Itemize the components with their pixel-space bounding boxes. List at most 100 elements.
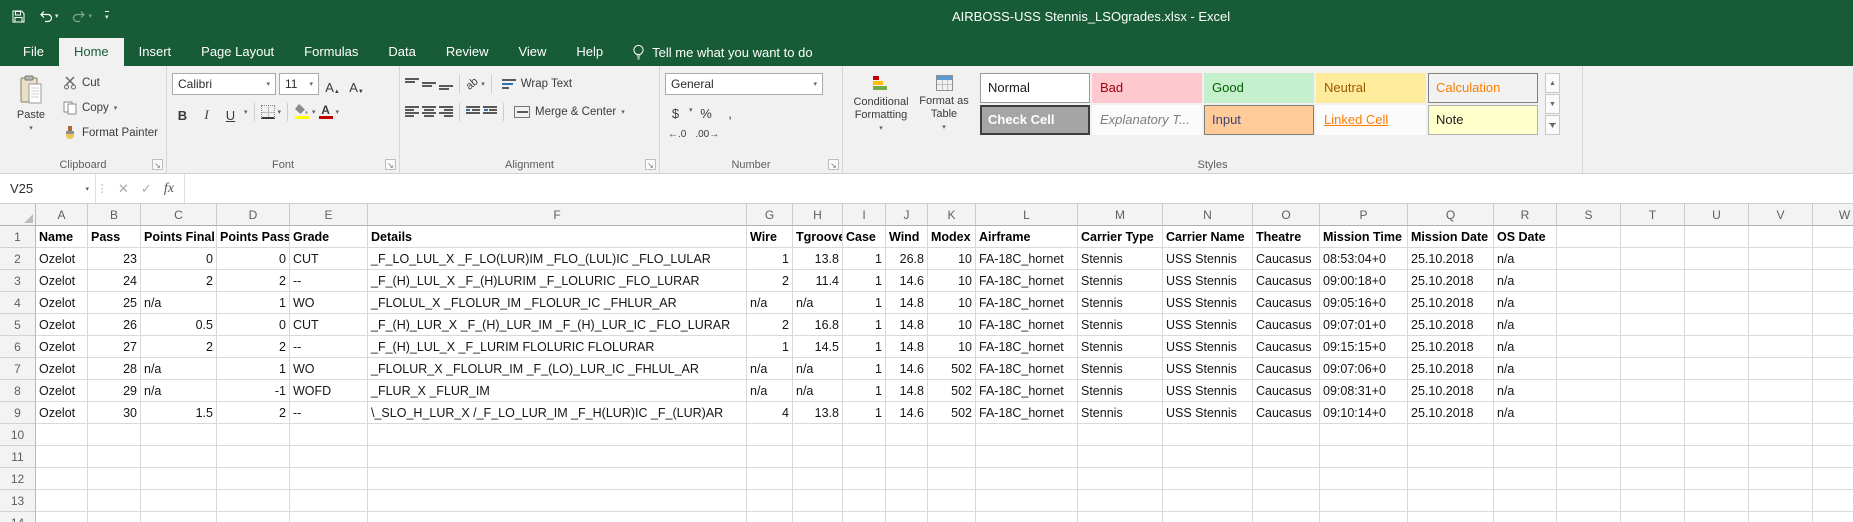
cell-M1[interactable]: Carrier Type: [1078, 226, 1163, 248]
cell-Q14[interactable]: [1408, 512, 1494, 522]
cell-I12[interactable]: [843, 468, 886, 490]
cell-J4[interactable]: 14.8: [886, 292, 928, 314]
cell-P1[interactable]: Mission Time: [1320, 226, 1408, 248]
cell-M10[interactable]: [1078, 424, 1163, 446]
cell-P12[interactable]: [1320, 468, 1408, 490]
cell-D9[interactable]: 2: [217, 402, 290, 424]
merge-center-button[interactable]: Merge & Center ▾: [510, 100, 629, 123]
cell-M4[interactable]: Stennis: [1078, 292, 1163, 314]
cell-R9[interactable]: n/a: [1494, 402, 1557, 424]
column-header-W[interactable]: W: [1813, 204, 1853, 226]
cell-P6[interactable]: 09:15:15+0: [1320, 336, 1408, 358]
cell-A5[interactable]: Ozelot: [36, 314, 88, 336]
cell-L14[interactable]: [976, 512, 1078, 522]
cell-G9[interactable]: 4: [747, 402, 793, 424]
cell-D1[interactable]: Points Pass: [217, 226, 290, 248]
font-dialog-launcher-icon[interactable]: ↘: [385, 159, 396, 170]
cell-U10[interactable]: [1685, 424, 1749, 446]
row-header-9[interactable]: 9: [0, 402, 36, 424]
decrease-indent-button[interactable]: [466, 106, 480, 118]
row-header-5[interactable]: 5: [0, 314, 36, 336]
cell-K9[interactable]: 502: [928, 402, 976, 424]
style-note[interactable]: Note: [1428, 105, 1538, 135]
cell-B12[interactable]: [88, 468, 141, 490]
cell-K7[interactable]: 502: [928, 358, 976, 380]
cell-J3[interactable]: 14.6: [886, 270, 928, 292]
select-all-corner[interactable]: [0, 204, 36, 226]
undo-button[interactable]: ▾: [38, 10, 59, 23]
cell-S6[interactable]: [1557, 336, 1621, 358]
cell-T10[interactable]: [1621, 424, 1685, 446]
cell-O7[interactable]: Caucasus: [1253, 358, 1320, 380]
cell-E12[interactable]: [290, 468, 368, 490]
row-header-4[interactable]: 4: [0, 292, 36, 314]
cell-F1[interactable]: Details: [368, 226, 747, 248]
cell-V3[interactable]: [1749, 270, 1813, 292]
cell-L7[interactable]: FA-18C_hornet: [976, 358, 1078, 380]
cell-I7[interactable]: 1: [843, 358, 886, 380]
style-linked-cell[interactable]: Linked Cell: [1316, 105, 1426, 135]
cell-P11[interactable]: [1320, 446, 1408, 468]
align-right-button[interactable]: [439, 106, 453, 118]
cell-N7[interactable]: USS Stennis: [1163, 358, 1253, 380]
cell-D11[interactable]: [217, 446, 290, 468]
cell-O8[interactable]: Caucasus: [1253, 380, 1320, 402]
cell-F4[interactable]: _FLOLUL_X _FLOLUR_IM _FLOLUR_IC _FHLUR_A…: [368, 292, 747, 314]
cell-A10[interactable]: [36, 424, 88, 446]
column-header-M[interactable]: M: [1078, 204, 1163, 226]
cell-G14[interactable]: [747, 512, 793, 522]
cell-A2[interactable]: Ozelot: [36, 248, 88, 270]
cell-W11[interactable]: [1813, 446, 1853, 468]
cell-U11[interactable]: [1685, 446, 1749, 468]
cell-A4[interactable]: Ozelot: [36, 292, 88, 314]
formula-input[interactable]: [185, 174, 1853, 203]
cell-H6[interactable]: 14.5: [793, 336, 843, 358]
cell-I10[interactable]: [843, 424, 886, 446]
column-header-U[interactable]: U: [1685, 204, 1749, 226]
cell-K3[interactable]: 10: [928, 270, 976, 292]
cell-N1[interactable]: Carrier Name: [1163, 226, 1253, 248]
cell-L13[interactable]: [976, 490, 1078, 512]
cell-T4[interactable]: [1621, 292, 1685, 314]
cell-E13[interactable]: [290, 490, 368, 512]
cell-D4[interactable]: 1: [217, 292, 290, 314]
cell-K5[interactable]: 10: [928, 314, 976, 336]
cell-S7[interactable]: [1557, 358, 1621, 380]
column-header-P[interactable]: P: [1320, 204, 1408, 226]
cell-S14[interactable]: [1557, 512, 1621, 522]
row-header-6[interactable]: 6: [0, 336, 36, 358]
cell-V14[interactable]: [1749, 512, 1813, 522]
cell-J8[interactable]: 14.8: [886, 380, 928, 402]
cell-F8[interactable]: _FLUR_X _FLUR_IM: [368, 380, 747, 402]
cell-D5[interactable]: 0: [217, 314, 290, 336]
cell-G2[interactable]: 1: [747, 248, 793, 270]
cell-J10[interactable]: [886, 424, 928, 446]
cell-C7[interactable]: n/a: [141, 358, 217, 380]
cell-T5[interactable]: [1621, 314, 1685, 336]
cell-D7[interactable]: 1: [217, 358, 290, 380]
cell-Q2[interactable]: 25.10.2018: [1408, 248, 1494, 270]
align-left-button[interactable]: [405, 106, 419, 118]
cell-D3[interactable]: 2: [217, 270, 290, 292]
cell-V4[interactable]: [1749, 292, 1813, 314]
cell-Q12[interactable]: [1408, 468, 1494, 490]
cell-C10[interactable]: [141, 424, 217, 446]
cell-S13[interactable]: [1557, 490, 1621, 512]
cell-C13[interactable]: [141, 490, 217, 512]
font-size-select[interactable]: 11▾: [279, 73, 319, 95]
cell-M11[interactable]: [1078, 446, 1163, 468]
cell-E10[interactable]: [290, 424, 368, 446]
cell-P13[interactable]: [1320, 490, 1408, 512]
cell-W6[interactable]: [1813, 336, 1853, 358]
cell-N12[interactable]: [1163, 468, 1253, 490]
cell-B9[interactable]: 30: [88, 402, 141, 424]
cell-B2[interactable]: 23: [88, 248, 141, 270]
cell-D14[interactable]: [217, 512, 290, 522]
cell-M6[interactable]: Stennis: [1078, 336, 1163, 358]
cell-C2[interactable]: 0: [141, 248, 217, 270]
cell-O14[interactable]: [1253, 512, 1320, 522]
cell-A11[interactable]: [36, 446, 88, 468]
cell-Q10[interactable]: [1408, 424, 1494, 446]
cell-T14[interactable]: [1621, 512, 1685, 522]
cell-F7[interactable]: _FLOLUR_X _FLOLUR_IM _F_(LO)_LUR_IC _FHL…: [368, 358, 747, 380]
